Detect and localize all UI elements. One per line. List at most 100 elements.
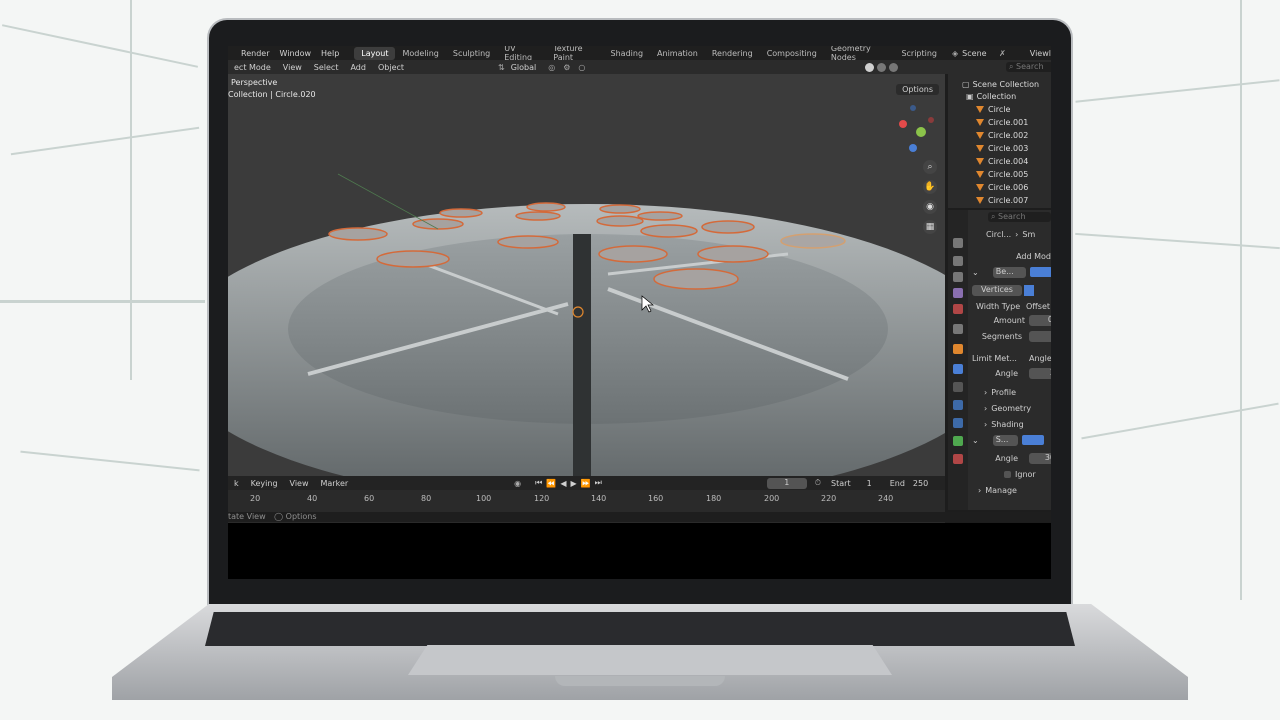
menu-view[interactable]: View: [277, 63, 308, 72]
outliner-object-row[interactable]: Circle.007: [976, 194, 1028, 206]
shading-material-icon[interactable]: [877, 62, 887, 72]
shading-rendered-icon[interactable]: [889, 62, 899, 72]
tab-shading[interactable]: Shading: [604, 47, 651, 60]
end-field[interactable]: 250: [913, 479, 928, 488]
tab-layout[interactable]: Layout: [354, 46, 396, 60]
orientation-selector[interactable]: Global: [505, 63, 543, 72]
smooth-name[interactable]: S...: [992, 434, 1018, 446]
shading-panel-header[interactable]: › Shading: [984, 418, 1024, 430]
physics-tab-icon[interactable]: [953, 400, 963, 410]
scene-collection-row[interactable]: ▢ Scene Collection: [962, 78, 1039, 90]
menu-add[interactable]: Add: [344, 63, 372, 72]
menu-render[interactable]: Render: [236, 49, 274, 58]
menu-select[interactable]: Select: [308, 63, 345, 72]
auto-key-icon[interactable]: ◉: [514, 479, 521, 488]
3d-viewport[interactable]: Perspective Collection | Circle.020 Opti…: [228, 74, 945, 476]
limit-method-dropdown[interactable]: Angle: [1029, 354, 1051, 363]
background-streak: [1075, 79, 1280, 103]
shading-solid-icon[interactable]: [865, 62, 875, 72]
bevel-toggle-icons[interactable]: [1029, 267, 1051, 277]
play-reverse-icon[interactable]: ◀: [560, 479, 566, 488]
collection-tab-icon[interactable]: [953, 324, 963, 334]
checkbox[interactable]: [1004, 470, 1011, 478]
width-type-dropdown[interactable]: Offset: [1026, 302, 1050, 311]
navigation-gizmo[interactable]: [891, 104, 941, 154]
mode-selector[interactable]: ect Mode: [228, 63, 277, 72]
properties-search[interactable]: ⌕ Search: [988, 212, 1051, 222]
prev-keyframe-icon[interactable]: ⏪: [546, 479, 556, 488]
start-field[interactable]: 1: [867, 479, 872, 488]
manage-panel-header[interactable]: › Manage: [978, 484, 1017, 496]
constraints-tab-icon[interactable]: [953, 418, 963, 428]
tab-animation[interactable]: Animation: [650, 47, 705, 60]
object-name: Circle.005: [988, 169, 1029, 179]
render-tab-icon[interactable]: [953, 256, 963, 266]
tab-rendering[interactable]: Rendering: [705, 47, 760, 60]
profile-panel-header[interactable]: › Profile: [984, 386, 1016, 398]
object-tab-icon[interactable]: [953, 344, 963, 354]
smooth-toggle-icons[interactable]: [1021, 435, 1044, 445]
particles-tab-icon[interactable]: [953, 382, 963, 392]
zoom-icon[interactable]: ⌕: [923, 160, 937, 174]
bevel-modifier-header[interactable]: ⌄ Be...: [972, 266, 1051, 278]
outliner-object-row[interactable]: Circle.005: [976, 168, 1028, 180]
outliner-search[interactable]: ⌕ Search: [1006, 62, 1051, 72]
modifier-wrench-icon[interactable]: [953, 364, 963, 374]
collection-row[interactable]: ▣ Collection: [966, 90, 1016, 102]
scene-selector[interactable]: Scene: [962, 49, 999, 58]
hand-pan-icon[interactable]: ✋: [923, 180, 937, 194]
tab-modeling[interactable]: Modeling: [395, 47, 445, 60]
outliner-object-row[interactable]: Circle.002: [976, 129, 1028, 141]
angle-field[interactable]: 3: [1029, 367, 1051, 379]
vertices-button[interactable]: Vertices: [972, 284, 1022, 296]
jump-start-icon[interactable]: ⏮: [535, 478, 542, 488]
stopwatch-icon[interactable]: ⏱: [815, 478, 821, 488]
menu-help[interactable]: Help: [316, 49, 344, 58]
menu-window[interactable]: Window: [274, 49, 316, 58]
current-frame-field[interactable]: 1: [766, 477, 807, 489]
tab-compositing[interactable]: Compositing: [760, 47, 824, 60]
outliner-object-row[interactable]: Circle: [976, 103, 1010, 115]
frame-ruler[interactable]: 20 40 60 80 100 120 140 160 180 200 220 …: [228, 494, 945, 506]
pivot-icon[interactable]: ◎: [548, 63, 555, 72]
outliner-object-row[interactable]: Circle.004: [976, 155, 1028, 167]
tab-sculpting[interactable]: Sculpting: [446, 47, 497, 60]
menu-view[interactable]: View: [284, 479, 315, 488]
menu-playback[interactable]: k: [228, 479, 245, 488]
menu-marker[interactable]: Marker: [315, 479, 355, 488]
menu-keying[interactable]: Keying: [245, 479, 284, 488]
play-icon[interactable]: ▶: [570, 479, 576, 488]
smooth-angle-field[interactable]: 30: [1029, 452, 1051, 464]
segments-field[interactable]: [1029, 330, 1051, 342]
smooth-modifier-header[interactable]: ⌄ S...: [972, 434, 1044, 446]
snap-icon[interactable]: ⚙: [563, 63, 570, 72]
frame-number: 80: [421, 494, 432, 503]
scene-tab-icon[interactable]: [953, 288, 963, 298]
outliner-object-row[interactable]: Circle.003: [976, 142, 1028, 154]
viewport-options-button[interactable]: Options: [896, 84, 939, 95]
camera-icon[interactable]: ◉: [923, 200, 937, 214]
world-tab-icon[interactable]: [953, 304, 963, 314]
proportional-edit-icon[interactable]: ○: [578, 63, 585, 72]
edges-button[interactable]: [1024, 284, 1034, 296]
small-disk: [640, 224, 698, 238]
add-modifier-button[interactable]: Add Mod: [976, 250, 1051, 262]
tab-scripting[interactable]: Scripting: [894, 47, 944, 60]
next-keyframe-icon[interactable]: ⏩: [581, 479, 591, 488]
ignore-sharp-row[interactable]: Ignor: [1004, 468, 1036, 480]
bevel-name[interactable]: Be...: [992, 266, 1026, 278]
tool-tab-icon[interactable]: [953, 238, 963, 248]
outliner-object-row[interactable]: Circle.001: [976, 116, 1028, 128]
jump-end-icon[interactable]: ⏭: [595, 478, 602, 488]
menu-object[interactable]: Object: [372, 63, 410, 72]
data-tab-icon[interactable]: [953, 436, 963, 446]
amount-field[interactable]: 0: [1029, 314, 1051, 326]
pin-icon[interactable]: ✗: [999, 49, 1006, 58]
view-layer-selector[interactable]: Viewl: [1030, 49, 1051, 58]
affect-vertices-toggle[interactable]: Vertices: [972, 284, 1034, 296]
outliner-object-row[interactable]: Circle.006: [976, 181, 1028, 193]
material-tab-icon[interactable]: [953, 454, 963, 464]
geometry-panel-header[interactable]: › Geometry: [984, 402, 1031, 414]
grid-icon[interactable]: ▦: [923, 220, 937, 234]
output-tab-icon[interactable]: [953, 272, 963, 282]
